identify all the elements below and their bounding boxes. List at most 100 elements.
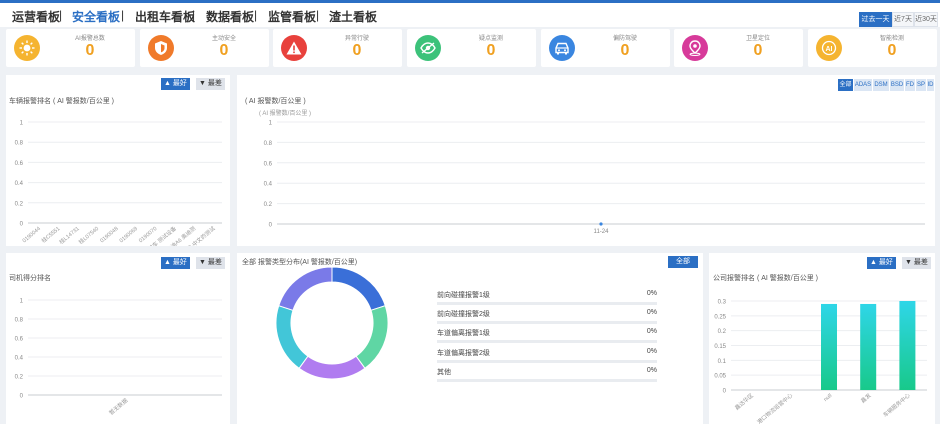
stat-label: AI报警总数 (75, 36, 105, 42)
shield-icon (148, 35, 174, 61)
alarm-type-row: 车道偏离报警2级 0% (437, 348, 657, 363)
alarm-type-percent: 0% (646, 290, 657, 297)
stat-label: 异常行驶 (344, 36, 369, 42)
alarm-trend-chart: 1 0.8 0.6 0.4 0.2 0 11-24 (264, 121, 925, 235)
stat-value: 0 (887, 42, 897, 59)
x-tick-label: 暂无数据 (107, 396, 129, 417)
stat-card-smart-detection[interactable]: AI 智能检测 0 (808, 29, 937, 67)
company-bar (899, 301, 916, 390)
range-past-day-button[interactable]: 过去一天 (859, 12, 892, 27)
y-tick-label: 1 (20, 299, 24, 305)
alarm-type-name: 车道偏离报警1级 (437, 330, 490, 337)
stat-card-active-safety[interactable]: 主动安全 0 (140, 29, 269, 67)
x-tick-label: 港口物流运营中心 (755, 391, 794, 424)
nav-separator: | (316, 8, 320, 22)
y-tick-label: 0.3 (718, 300, 727, 306)
tab-operations[interactable]: 运营看板 (12, 8, 60, 25)
alarm-type-percent: 0% (646, 328, 657, 335)
company-bar (860, 303, 877, 390)
alarm-type-row: 车道偏离报警1级 0% (437, 328, 657, 343)
stat-card-suspect-detection[interactable]: 疑点监测 0 (407, 29, 536, 67)
x-tick-label: 桂L07540 (77, 224, 100, 245)
y-tick-label: 0.6 (15, 337, 24, 343)
nav-separator: | (59, 8, 63, 22)
donut-segment (331, 266, 386, 311)
x-tick-label: 桂L14731 (57, 224, 80, 245)
stat-label: 卫星定位 (745, 36, 770, 42)
donut-segment (275, 305, 309, 370)
range-7-days-button[interactable]: 近7天 (892, 12, 914, 27)
alarm-type-row: 前向碰撞报警1级 0% (437, 290, 657, 305)
y-tick-label: 0.4 (15, 356, 24, 362)
stat-value: 0 (219, 42, 229, 59)
y-tick-label: 0.8 (15, 318, 24, 324)
eye-off-icon (415, 35, 441, 61)
stat-card-ai-alarms[interactable]: AI报警总数 0 (6, 29, 135, 67)
alarm-type-percent: 0% (646, 309, 657, 316)
donut-segment (298, 355, 366, 380)
tab-supervision[interactable]: 监管看板 (268, 8, 316, 25)
y-tick-label: 0.4 (15, 181, 24, 187)
y-tick-label: 0.2 (15, 375, 24, 381)
alarm-type-bar (437, 340, 657, 343)
range-30-days-button[interactable]: 近30天 (914, 12, 938, 27)
y-tick-label: 0.2 (15, 201, 24, 207)
y-tick-label: 0.25 (714, 314, 726, 320)
stat-value: 0 (753, 42, 763, 59)
stat-value: 0 (620, 42, 630, 59)
y-tick-label: 0.6 (15, 161, 24, 167)
alarm-type-row: 其他 0% (437, 367, 657, 382)
top-navigation: 运营看板 | 安全看板 | 出租车看板 | 数据看板 | 监管看板 | 渣土看板… (0, 3, 940, 27)
car-icon (549, 35, 575, 61)
y-tick-label: 0.2 (718, 329, 727, 335)
alarm-type-name: 车道偏离报警2级 (437, 350, 490, 357)
stat-label: 偏防驾驶 (612, 36, 637, 42)
tab-muck-truck[interactable]: 渣土看板 (329, 8, 377, 25)
y-tick-label: 0.05 (714, 374, 726, 380)
alarm-type-bar (437, 302, 657, 305)
alarm-type-name: 前向碰撞报警2级 (437, 311, 490, 318)
nav-separator: | (254, 8, 258, 22)
stat-label: 智能检测 (879, 36, 904, 42)
y-tick-label: 0.8 (264, 141, 273, 147)
tab-taxi[interactable]: 出租车看板 (135, 8, 195, 25)
alarm-type-row: 前向碰撞报警2级 0% (437, 309, 657, 324)
nav-separator: | (192, 8, 196, 22)
x-tick-label: 0190044 (22, 226, 42, 244)
x-tick-label: 0190069 (119, 226, 139, 244)
stat-card-defensive-driving[interactable]: 偏防驾驶 0 (541, 29, 670, 67)
all-button[interactable]: 全部 (668, 256, 698, 268)
alarm-type-percent: 0% (646, 348, 657, 355)
x-tick-label: 鑫发 (859, 391, 873, 405)
stat-card-satellite-positioning[interactable]: 卫星定位 0 (674, 29, 803, 67)
y-tick-label: 0 (269, 223, 273, 229)
company-ranking-chart: 0.3 0.25 0.2 0.15 0.1 0.05 0 鑫达华区 港口物流运营中心 null 鑫发… (714, 300, 927, 424)
stat-value: 0 (352, 42, 362, 59)
y-tick-label: 0.6 (264, 161, 273, 167)
y-tick-label: 0.1 (718, 359, 727, 365)
y-tick-label: 0 (20, 222, 24, 228)
y-tick-label: 0 (20, 394, 24, 400)
stat-value: 0 (85, 42, 95, 59)
tab-data[interactable]: 数据看板 (206, 8, 254, 25)
y-tick-label: 0.4 (264, 182, 273, 188)
driver-score-chart: 1 0.8 0.6 0.4 0.2 0 暂无数据 (15, 299, 222, 417)
alarm-type-bar (437, 379, 657, 382)
stat-label: 主动安全 (211, 36, 236, 42)
sun-icon (14, 35, 40, 61)
ai-icon: AI (816, 35, 842, 61)
stat-card-abnormal-driving[interactable]: 异常行驶 0 (273, 29, 402, 67)
y-tick-label: 0 (723, 389, 727, 395)
tab-safety[interactable]: 安全看板 (72, 8, 120, 25)
y-tick-label: 1 (269, 121, 273, 127)
donut-segment (278, 266, 333, 311)
x-tick-label: 车辆服务中心 (881, 391, 912, 419)
nav-separator: | (121, 8, 125, 22)
x-tick-label: 鑫达华区 (733, 391, 755, 412)
alarm-type-bar (437, 321, 657, 324)
y-tick-label: 0.8 (15, 141, 24, 147)
alarm-type-name: 前向碰撞报警1级 (437, 292, 490, 299)
location-icon (682, 35, 708, 61)
svg-text:AI: AI (826, 46, 833, 53)
alarm-type-name: 其他 (437, 369, 451, 376)
